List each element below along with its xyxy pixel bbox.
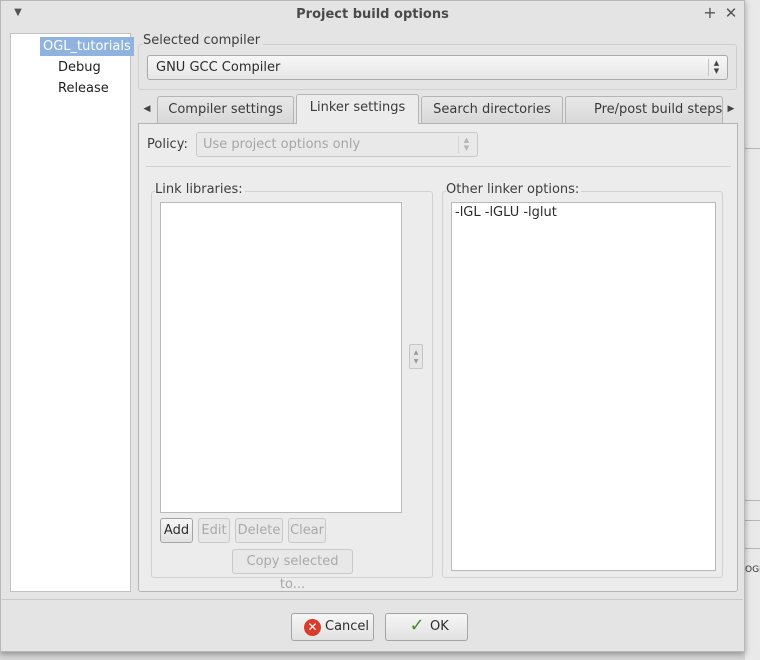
selected-compiler-label: Selected compiler (143, 33, 264, 48)
cancel-button-label: Cancel (325, 619, 370, 634)
copy-selected-button[interactable]: Copy selected to... (232, 549, 353, 592)
background-window (745, 0, 760, 660)
window-title: Project build options (296, 7, 449, 22)
tree-item-debug[interactable]: Debug (55, 58, 104, 77)
ok-button-label: OK (430, 619, 449, 634)
build-target-tree[interactable]: OGL_tutorials Debug Release (10, 33, 134, 592)
tab-compiler-settings[interactable]: Compiler settings (157, 96, 294, 123)
policy-select[interactable]: Use project options only ▲ ▼ (196, 132, 478, 157)
link-libraries-list[interactable] (160, 202, 402, 513)
edit-library-button[interactable]: Edit (198, 518, 230, 543)
combo-arrows-icon: ▲ ▼ (458, 136, 474, 153)
policy-label: Policy: (147, 137, 188, 152)
policy-separator (146, 166, 731, 167)
tree-item-project[interactable]: OGL_tutorials (40, 37, 134, 56)
tab-scroll-right-icon[interactable]: ▶ (724, 97, 738, 121)
other-linker-options-value: -lGL -lGLU -lglut (455, 205, 557, 220)
close-icon[interactable]: ✕ (723, 3, 739, 23)
link-libraries-label: Link libraries: (155, 182, 245, 197)
ok-button[interactable]: ✓ OK (385, 613, 468, 641)
project-build-options-dialog: ▼ Project build options + ✕ OGL_tutorial… (0, 0, 745, 652)
cancel-icon: ✕ (304, 619, 321, 636)
move-library-updown-icon[interactable]: ▲ ▼ (409, 344, 423, 369)
background-divider (745, 520, 760, 521)
clear-libraries-button[interactable]: Clear (288, 518, 326, 543)
maximize-icon[interactable]: + (702, 3, 718, 23)
other-linker-options-label: Other linker options: (446, 182, 582, 197)
cancel-button[interactable]: ✕ Cancel (291, 613, 374, 641)
background-divider (745, 500, 760, 501)
tab-linker-settings[interactable]: Linker settings (296, 94, 419, 124)
tree-item-release[interactable]: Release (55, 79, 112, 98)
policy-select-value: Use project options only (203, 137, 361, 152)
background-divider (745, 148, 760, 149)
compiler-select[interactable]: GNU GCC Compiler ▲ ▼ (147, 55, 728, 80)
tab-scroll-left-icon[interactable]: ◀ (140, 97, 154, 121)
tab-search-directories[interactable]: Search directories (421, 96, 563, 123)
compiler-select-value: GNU GCC Compiler (156, 60, 281, 75)
other-linker-options-textarea[interactable]: -lGL -lGLU -lglut (451, 202, 716, 571)
footer-separator (2, 599, 743, 600)
background-text: OGL (745, 565, 760, 575)
tab-pre-post-build-steps[interactable]: Pre/post build steps (565, 96, 723, 123)
combo-arrows-icon: ▲ ▼ (708, 59, 724, 76)
delete-library-button[interactable]: Delete (235, 518, 283, 543)
check-icon: ✓ (409, 615, 425, 636)
background-divider (745, 548, 760, 549)
add-library-button[interactable]: Add (160, 518, 193, 543)
